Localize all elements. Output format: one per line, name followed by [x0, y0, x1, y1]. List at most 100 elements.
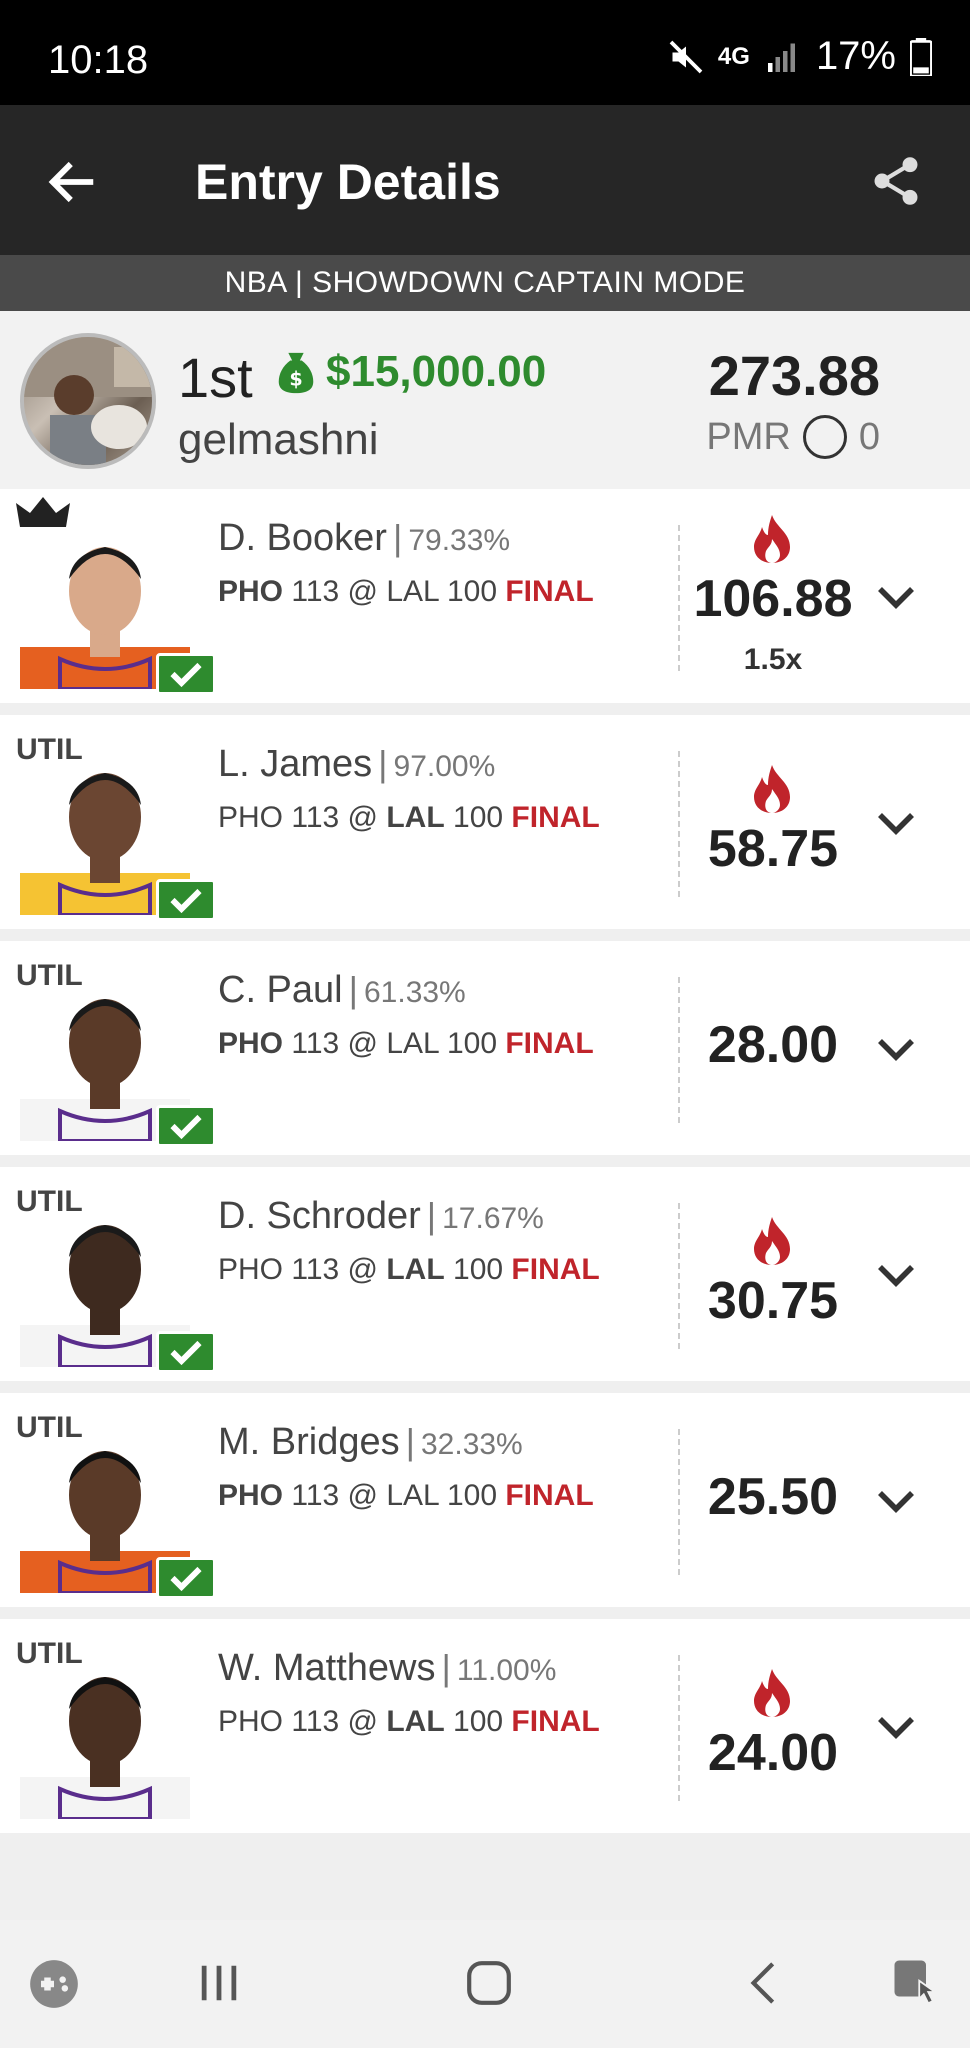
player-points: 24.00	[707, 1724, 839, 1782]
player-row[interactable]: UTIL L. James | 97.00% PHO 113 @ LAL 100 F…	[0, 715, 970, 929]
at-symbol: @	[347, 801, 378, 834]
chevron-down-icon[interactable]	[876, 1037, 916, 1063]
at-symbol: @	[347, 1479, 378, 1512]
username: gelmashni	[178, 415, 379, 464]
player-row[interactable]: UTIL M. Bridges | 32.33% PHO 113 @ LAL 100…	[0, 1393, 970, 1607]
separator: |	[378, 743, 388, 784]
player-name-line: D. Schroder | 17.67%	[218, 1195, 544, 1238]
team-home: LAL	[386, 801, 445, 834]
player-name-line: M. Bridges | 32.33%	[218, 1421, 523, 1464]
player-name: W. Matthews	[218, 1647, 436, 1689]
fire-icon	[754, 515, 790, 563]
chevron-down-icon[interactable]	[876, 811, 916, 837]
arrow-left-icon[interactable]	[46, 155, 100, 209]
player-name: D. Booker	[218, 517, 387, 559]
team-home: LAL	[386, 1705, 445, 1738]
score-home: 100	[446, 1027, 498, 1060]
svg-text:$: $	[289, 367, 302, 390]
app-bar: Entry Details	[0, 105, 970, 255]
at-symbol: @	[347, 1253, 378, 1286]
accessibility-icon[interactable]	[890, 1956, 944, 2010]
check-icon	[156, 879, 216, 921]
prize-amount: $15,000.00	[326, 347, 547, 396]
game-status: PHO 113 @ LAL 100 FINAL	[218, 575, 594, 609]
back-icon[interactable]	[742, 1960, 788, 2006]
status-icons: 4G 17%	[668, 34, 932, 79]
recent-apps-icon[interactable]	[196, 1960, 242, 2006]
game-launcher-icon[interactable]	[28, 1958, 80, 2010]
game-status: PHO 113 @ LAL 100 FINAL	[218, 1705, 600, 1739]
team-away: PHO	[218, 1253, 284, 1286]
separator: |	[426, 1195, 437, 1236]
separator: |	[441, 1647, 451, 1688]
pmr-progress-icon	[802, 415, 847, 459]
check-icon	[156, 1331, 216, 1373]
at-symbol: @	[347, 1705, 378, 1738]
team-home: LAL	[386, 1479, 439, 1512]
share-icon[interactable]	[868, 151, 924, 211]
chevron-down-icon[interactable]	[876, 1715, 916, 1741]
game-status: PHO 113 @ LAL 100 FINAL	[218, 1479, 594, 1513]
fire-icon	[754, 1669, 790, 1717]
prize-group: $ $15,000.00	[276, 347, 546, 397]
player-points: 58.75	[707, 820, 839, 878]
team-away: PHO	[218, 575, 284, 608]
separator: |	[348, 969, 358, 1010]
player-name: C. Paul	[218, 969, 343, 1011]
score-away: 113	[291, 1253, 340, 1286]
pmr-value: 0	[858, 415, 880, 458]
team-away: PHO	[218, 1027, 284, 1060]
player-points: 25.50	[707, 1468, 839, 1526]
player-name: L. James	[218, 743, 373, 785]
fire-icon	[754, 1217, 790, 1265]
fire-icon	[754, 765, 790, 813]
player-row[interactable]: UTIL W. Matthews | 11.00% PHO 113 @ LAL 10…	[0, 1619, 970, 1833]
score-home: 100	[453, 1253, 504, 1286]
page-title: Entry Details	[195, 154, 501, 210]
money-bag-icon: $	[278, 352, 314, 394]
player-name: D. Schroder	[218, 1195, 421, 1237]
separator: |	[392, 517, 403, 558]
team-away: PHO	[218, 1479, 284, 1512]
ownership-percent: 61.33%	[363, 976, 466, 1009]
check-icon	[156, 1557, 216, 1599]
mute-icon	[669, 40, 703, 73]
home-icon[interactable]	[464, 1958, 514, 2008]
status-bar: 10:18 4G 17%	[0, 0, 970, 105]
score-away: 113	[291, 1479, 340, 1512]
check-icon	[156, 653, 216, 695]
team-home: LAL	[386, 1027, 439, 1060]
system-nav-bar	[0, 1920, 970, 2048]
player-name-line: C. Paul | 61.33%	[218, 969, 466, 1012]
ownership-percent: 17.67%	[442, 1202, 544, 1235]
player-photo	[20, 1649, 190, 1819]
entry-summary: 1st $ $15,000.00 gelmashni 273.88 PMR 0	[0, 311, 970, 489]
score-home: 100	[446, 575, 498, 608]
contest-header: NBA | SHOWDOWN CAPTAIN MODE	[0, 255, 970, 311]
game-final-label: FINAL	[511, 801, 600, 834]
chevron-down-icon[interactable]	[876, 1489, 916, 1515]
signal-icon	[767, 43, 795, 72]
player-name-line: D. Booker | 79.33%	[218, 517, 510, 560]
game-status: PHO 113 @ LAL 100 FINAL	[218, 801, 600, 835]
team-home: LAL	[386, 1253, 445, 1286]
game-status: PHO 113 @ LAL 100 FINAL	[218, 1253, 600, 1287]
player-row[interactable]: D. Booker | 79.33% PHO 113 @ LAL 100 FINAL…	[0, 489, 970, 703]
score-away: 113	[291, 1027, 340, 1060]
pmr-label: PMR	[706, 415, 791, 458]
player-row[interactable]: UTIL D. Schroder | 17.67% PHO 113 @ LAL 10…	[0, 1167, 970, 1381]
ownership-percent: 97.00%	[393, 750, 496, 783]
battery-icon	[910, 37, 932, 76]
battery-percent: 17%	[815, 34, 896, 78]
entry-rank: 1st	[178, 346, 253, 409]
check-icon	[156, 1105, 216, 1147]
score-away: 113	[291, 575, 340, 608]
captain-multiplier: 1.5x	[743, 643, 803, 676]
chevron-down-icon[interactable]	[876, 585, 916, 611]
game-final-label: FINAL	[511, 1705, 600, 1738]
player-row[interactable]: UTIL C. Paul | 61.33% PHO 113 @ LAL 100 FI…	[0, 941, 970, 1155]
game-final-label: FINAL	[505, 1479, 594, 1512]
chevron-down-icon[interactable]	[876, 1263, 916, 1289]
player-points: 28.00	[707, 1016, 839, 1074]
game-status: PHO 113 @ LAL 100 FINAL	[218, 1027, 594, 1061]
